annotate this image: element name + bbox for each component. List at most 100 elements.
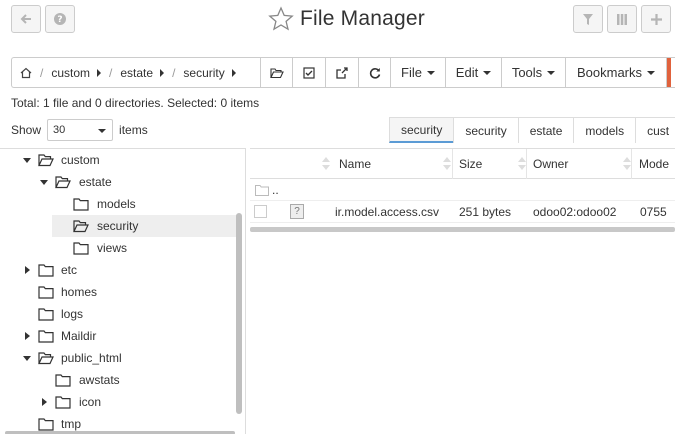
filter-button[interactable] [573, 5, 603, 33]
tab-models[interactable]: models [573, 117, 637, 143]
tree-item-label: security [97, 219, 139, 233]
column-header-size[interactable]: Size [459, 149, 482, 179]
tree-item-label: etc [61, 263, 78, 277]
sort-icon[interactable] [518, 157, 526, 170]
caret-down-icon[interactable] [22, 353, 32, 363]
caret-down-icon [426, 70, 435, 75]
tab-security-active[interactable]: security [389, 117, 455, 143]
refresh-button[interactable] [359, 58, 391, 87]
select-button[interactable] [293, 58, 326, 87]
share-icon [336, 66, 348, 79]
home-icon[interactable] [20, 67, 32, 79]
tab-security[interactable]: security [453, 117, 519, 143]
tree-item-homes[interactable]: homes [0, 281, 236, 303]
folder-icon [38, 285, 54, 299]
directory-tree: custom estate models security views etc homes l… [0, 148, 246, 434]
star-icon[interactable] [268, 6, 294, 32]
file-name[interactable]: ir.model.access.csv [335, 201, 439, 223]
caret-down-icon[interactable] [39, 177, 49, 187]
folder-icon [255, 185, 269, 196]
tree-item-logs[interactable]: logs [0, 303, 236, 325]
page-title: File Manager [300, 7, 425, 30]
column-header-owner[interactable]: Owner [533, 149, 568, 179]
page-title-wrap: File Manager [268, 3, 425, 35]
tree-item-models[interactable]: models [0, 193, 236, 215]
column-divider [452, 149, 453, 179]
page-size-value: 30 [53, 124, 66, 136]
breadcrumb-item-estate[interactable]: estate [120, 66, 153, 80]
tree-item-label: tmp [61, 417, 82, 431]
tree-item-maildir[interactable]: Maildir [0, 325, 236, 347]
caret-right-icon[interactable] [97, 68, 102, 77]
tree-item-security[interactable]: security [52, 215, 238, 237]
share-button[interactable] [326, 58, 359, 87]
caret-right-icon[interactable] [160, 68, 165, 77]
caret-right-icon[interactable] [39, 397, 49, 407]
parent-directory-label: .. [272, 183, 279, 197]
sort-icon[interactable] [322, 157, 330, 170]
path-tabs: security security estate models cust [389, 117, 675, 143]
column-divider [526, 149, 527, 179]
tab-estate[interactable]: estate [517, 117, 575, 143]
add-button[interactable] [641, 5, 671, 33]
tree-item-estate[interactable]: estate [0, 171, 236, 193]
tree-item-awstats[interactable]: awstats [0, 369, 236, 391]
toggle-triangle [24, 266, 30, 274]
bookmarks-menu[interactable]: Bookmarks [566, 58, 667, 87]
folder-icon [38, 417, 54, 431]
file-table: Name Size Owner Mode .. ? ir.model.acces… [250, 148, 675, 234]
back-button[interactable] [11, 5, 41, 33]
column-header-mode[interactable]: Mode [639, 149, 669, 179]
tools-menu-label: Tools [511, 65, 543, 80]
columns-button[interactable] [607, 5, 637, 33]
caret-right-icon[interactable] [22, 265, 32, 275]
back-arrow-icon [20, 14, 31, 24]
toolbar: / custom / estate / security File Edit T… [11, 57, 675, 88]
tree-item-icon[interactable]: icon [0, 391, 236, 413]
open-folder-button[interactable] [261, 58, 293, 87]
edit-menu[interactable]: Edit [446, 58, 502, 87]
folder-open-icon [73, 219, 89, 233]
tree-item-public-html[interactable]: public_html [0, 347, 236, 369]
file-menu[interactable]: File [391, 58, 446, 87]
caret-right-icon[interactable] [231, 68, 236, 77]
plus-icon [650, 13, 662, 25]
file-table-horizontal-scrollbar[interactable] [250, 227, 675, 232]
table-row[interactable]: ? ir.model.access.csv 251 bytes odoo02:o… [250, 201, 675, 223]
help-button[interactable]: ? [45, 5, 75, 33]
caret-down-icon[interactable] [22, 155, 32, 165]
page-size-select[interactable]: 30 [47, 119, 114, 141]
tools-menu[interactable]: Tools [502, 58, 566, 87]
items-label: items [119, 123, 148, 137]
row-checkbox[interactable] [254, 205, 267, 218]
tree-item-etc[interactable]: etc [0, 259, 236, 281]
parent-directory-row[interactable]: .. [250, 179, 675, 201]
caret-right-icon[interactable] [22, 331, 32, 341]
folder-icon [38, 263, 54, 277]
tree-item-label: custom [61, 153, 100, 167]
tree-item-label: public_html [61, 351, 122, 365]
selection-summary: Total: 1 file and 0 directories. Selecte… [11, 96, 260, 110]
toggle-triangle [40, 179, 48, 185]
folder-icon [55, 395, 71, 409]
header: ? File Manager [0, 0, 675, 40]
toolbar-accent[interactable] [667, 58, 671, 87]
breadcrumb-item-security[interactable]: security [183, 66, 224, 80]
tree-item-views[interactable]: views [0, 237, 236, 259]
tree-item-label: awstats [79, 373, 120, 387]
column-header-name[interactable]: Name [339, 149, 371, 179]
folder-open-icon [38, 351, 54, 365]
caret-down-icon [547, 70, 556, 75]
sort-icon[interactable] [623, 157, 631, 170]
breadcrumb-item-custom[interactable]: custom [51, 66, 90, 80]
folder-icon [38, 307, 54, 321]
tab-custom[interactable]: cust [635, 117, 675, 143]
file-table-header: Name Size Owner Mode [250, 149, 675, 179]
tree-vertical-scrollbar[interactable] [236, 213, 242, 414]
tree-item-custom[interactable]: custom [0, 149, 236, 171]
breadcrumb-separator: / [172, 65, 176, 80]
column-divider [631, 149, 632, 179]
sort-icon[interactable] [443, 157, 451, 170]
show-label: Show [11, 123, 42, 137]
file-mode: 0755 [640, 205, 667, 219]
